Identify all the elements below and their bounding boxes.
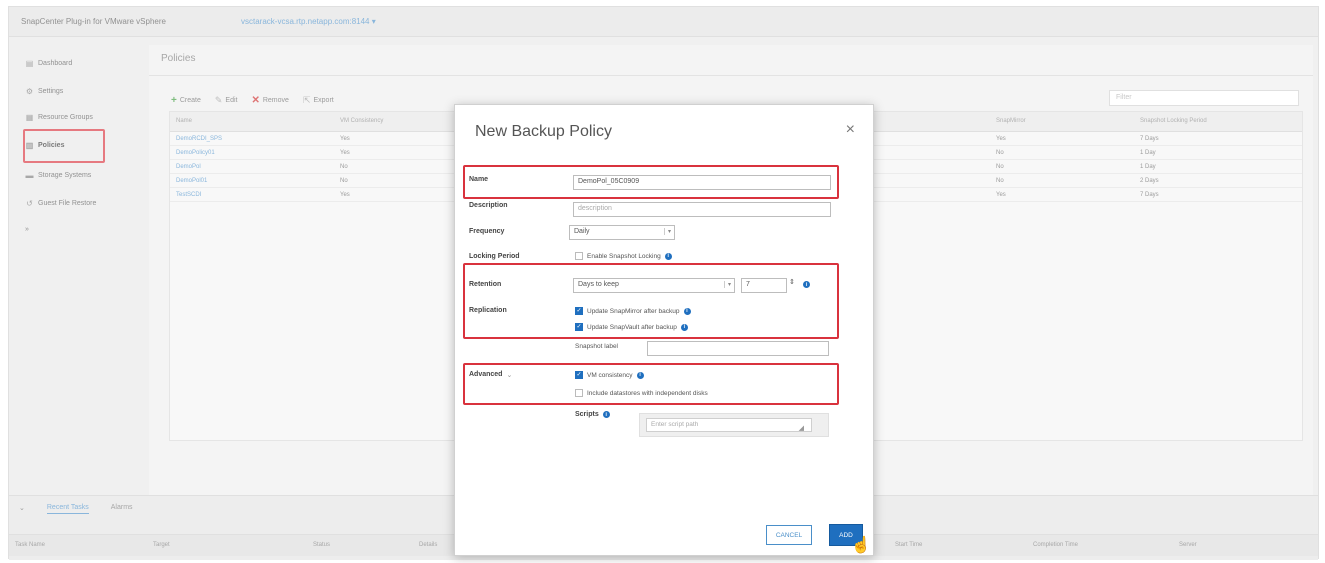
info-icon[interactable]: i (680, 323, 688, 331)
checkbox-box: ✓ (575, 307, 583, 315)
dialog-title: New Backup Policy (475, 123, 612, 140)
scripts-label: Scripts i (575, 411, 610, 418)
hand-pointer-icon: ☝ (851, 537, 871, 554)
frequency-value: Daily (574, 228, 590, 235)
advanced-highlight-box (463, 363, 839, 405)
cancel-button[interactable]: CANCEL (766, 525, 812, 545)
replication-label: Replication (469, 307, 507, 314)
snapmirror-checkbox[interactable]: ✓ Update SnapMirror after backup i (575, 307, 691, 315)
frequency-select[interactable]: Daily ▾ (569, 225, 675, 240)
retention-value: Days to keep (578, 281, 619, 288)
chevron-down-icon: ▾ (663, 228, 671, 235)
new-backup-policy-dialog: New Backup Policy × Name DemoPol_05C0909… (454, 104, 874, 556)
resize-handle-icon[interactable]: ◢ (799, 424, 804, 432)
checkbox-box: ✓ (575, 323, 583, 331)
info-icon[interactable]: i (602, 411, 610, 418)
retention-count-input[interactable]: 7 (741, 278, 787, 293)
close-icon[interactable]: × (846, 121, 855, 139)
include-datastores-checkbox[interactable]: Include datastores with independent disk… (575, 389, 708, 397)
snapvault-checkbox[interactable]: ✓ Update SnapVault after backup i (575, 323, 688, 331)
name-input[interactable]: DemoPol_05C0909 (573, 175, 831, 190)
scripts-input[interactable]: Enter script path (646, 418, 812, 432)
info-icon[interactable]: i (683, 307, 691, 315)
info-icon[interactable]: i (664, 252, 672, 260)
info-icon[interactable]: i (803, 281, 810, 288)
retention-label: Retention (469, 281, 502, 288)
advanced-toggle[interactable]: Advanced ⌄ (469, 371, 512, 379)
checkbox-box (575, 252, 583, 260)
description-input[interactable]: description (573, 202, 831, 217)
scripts-textarea-wrapper: Enter script path ◢ (639, 413, 829, 437)
retention-select[interactable]: Days to keep ▾ (573, 278, 735, 293)
frequency-label: Frequency (469, 228, 505, 235)
retention-stepper-icon[interactable]: ⇕ (789, 278, 795, 286)
checkbox-box: ✓ (575, 371, 583, 379)
enable-snapshot-locking-checkbox[interactable]: Enable Snapshot Locking i (575, 252, 672, 260)
locking-period-label: Locking Period (469, 253, 520, 260)
chevron-down-icon: ⌄ (506, 372, 513, 379)
snapshot-label-input[interactable] (647, 341, 829, 356)
chevron-down-icon: ▾ (723, 281, 731, 288)
checkbox-box (575, 389, 583, 397)
description-label: Description (469, 202, 508, 209)
vm-consistency-checkbox[interactable]: ✓ VM consistency i (575, 371, 644, 379)
info-icon[interactable]: i (636, 371, 644, 379)
snapshot-label-label: Snapshot label (575, 343, 619, 350)
name-label: Name (469, 176, 489, 183)
